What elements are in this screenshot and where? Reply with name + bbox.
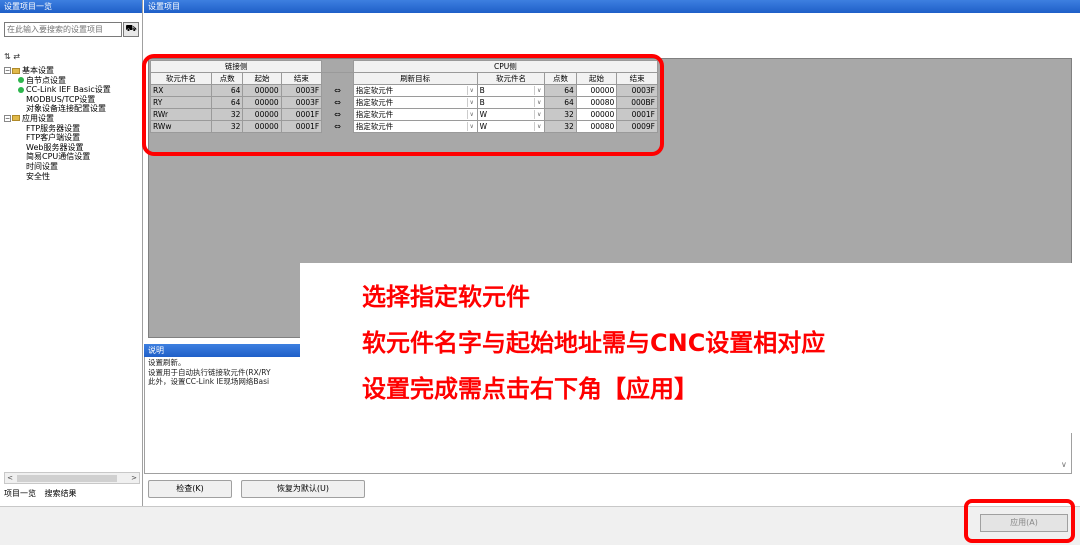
scroll-down-icon[interactable]: ∨ (1061, 460, 1067, 469)
tree-item[interactable]: MODBUS/TCP设置 (4, 95, 140, 105)
bottom-bar (0, 506, 1080, 545)
tree-item[interactable]: 安全性 (4, 172, 140, 182)
tree-item[interactable]: 简易CPU通信设置 (4, 152, 140, 162)
tree-item-label: Web服务器设置 (26, 142, 84, 152)
tree-item[interactable]: CC-Link IEF Basic设置 (4, 85, 140, 95)
status-ok-icon (18, 77, 24, 84)
tree-item-label: MODBUS/TCP设置 (26, 94, 96, 104)
annotation-line-1: 选择指定软元件 (362, 283, 530, 311)
tree-toolbar[interactable]: ⇅ ⇄ (4, 52, 20, 61)
horizontal-scrollbar[interactable]: < > (4, 472, 140, 484)
description-line: 此外，设置CC-Link IE现场网络Basi (148, 377, 270, 387)
tree-item-label: FTP服务器设置 (26, 123, 81, 133)
tree-item[interactable]: 时间设置 (4, 162, 140, 172)
tree-item-label: CC-Link IEF Basic设置 (26, 85, 111, 95)
highlight-grid-box (142, 54, 664, 156)
description-text: 设置刷新。 设置用于自动执行链接软元件(RX/RY 此外，设置CC-Link I… (148, 358, 298, 387)
folder-icon (12, 67, 20, 74)
tree-item[interactable]: − 基本设置 (4, 66, 140, 76)
description-line: 设置用于自动执行链接软元件(RX/RY (148, 367, 271, 377)
scroll-right-icon[interactable]: > (129, 473, 139, 483)
highlight-apply-box (964, 499, 1075, 543)
tree-item-label: 自节点设置 (26, 75, 66, 85)
binoculars-icon[interactable]: ⛟ (123, 22, 139, 37)
tree-item[interactable]: 自节点设置 (4, 76, 140, 86)
scroll-thumb[interactable] (17, 475, 117, 482)
settings-panel-title: 设置项目 (144, 0, 1080, 13)
scroll-left-icon[interactable]: < (5, 473, 15, 483)
tree-item[interactable]: FTP服务器设置 (4, 124, 140, 134)
tree-item[interactable]: − 应用设置 (4, 114, 140, 124)
tab-search-results[interactable]: 搜索结果 (45, 489, 77, 498)
tab-project-list[interactable]: 项目一览 (4, 489, 36, 498)
restore-default-button[interactable]: 恢复为默认(U) (241, 480, 365, 498)
folder-icon (12, 115, 20, 122)
annotation-line-3: 设置完成需点击右下角【应用】 (362, 375, 698, 403)
tree-item-label: 简易CPU通信设置 (26, 152, 91, 162)
tree-item-label: 基本设置 (22, 66, 54, 75)
tree-item[interactable]: 对象设备连接配置设置 (4, 104, 140, 114)
settings-tree: − 基本设置 自节点设置 CC-Link IEF Basic设置 MODBUS/TCP设… (4, 66, 140, 466)
tree-expander-icon[interactable]: − (4, 67, 11, 74)
tree-item-label: 对象设备连接配置设置 (26, 104, 106, 114)
description-title: 说明 (144, 344, 304, 357)
tree-item-label: 时间设置 (26, 161, 58, 171)
tree-item[interactable]: FTP客户端设置 (4, 133, 140, 143)
tree-expander-icon[interactable]: − (4, 114, 11, 122)
description-line: 设置刷新。 (148, 358, 186, 367)
status-ok-icon (18, 86, 24, 93)
search-input[interactable] (4, 22, 122, 37)
tree-item[interactable]: Web服务器设置 (4, 143, 140, 153)
annotation-line-2: 软元件名字与起始地址需与CNC设置相对应 (362, 329, 826, 357)
tree-item-label: 应用设置 (22, 113, 54, 123)
project-list-title: 设置项目一览 (0, 0, 142, 13)
tree-item-label: 安全性 (26, 171, 50, 181)
tree-item-label: FTP客户端设置 (26, 133, 81, 143)
check-button[interactable]: 检查(K) (148, 480, 232, 498)
left-panel-tabs: 项目一览 搜索结果 (4, 488, 83, 499)
